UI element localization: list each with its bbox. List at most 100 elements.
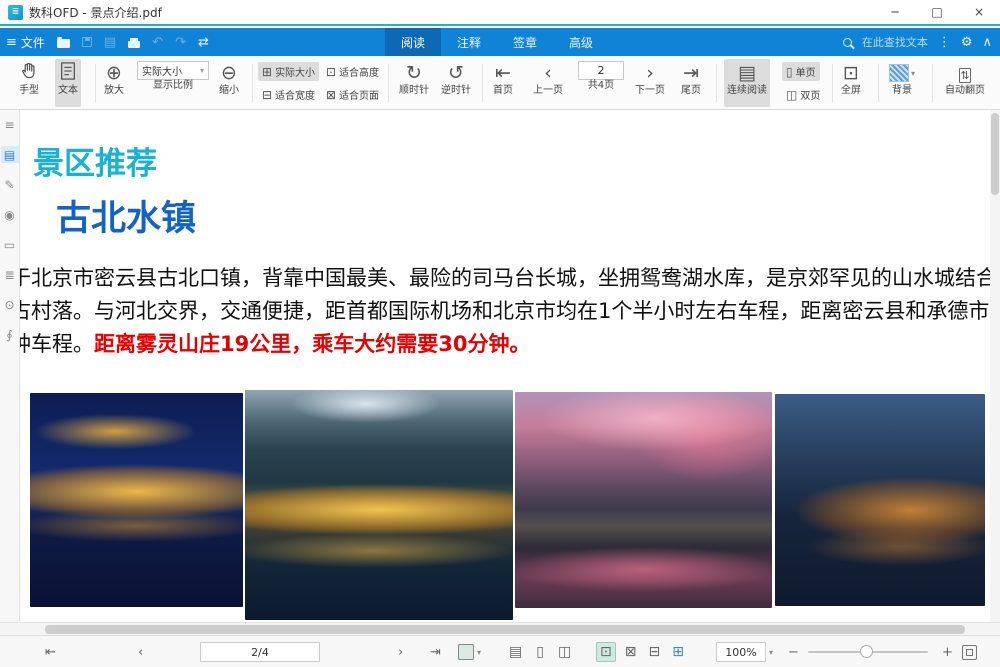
fit-height-mode-icon[interactable]: ⊞ — [669, 643, 687, 661]
text-tool-button[interactable]: 文本 — [55, 59, 81, 107]
text-select-icon — [59, 61, 77, 85]
rotate-clockwise-button[interactable]: ↻ 顺时针 — [396, 59, 432, 107]
redo-button[interactable]: ↷ — [169, 28, 192, 56]
chevron-down-icon: ▾ — [477, 648, 481, 657]
single-page-mode-icon[interactable]: ▯ — [533, 643, 547, 661]
zoom-level-select[interactable]: 100% ▾ — [716, 636, 773, 667]
app-window: ≣ 数科OFD - 景点介绍.pdf ─ □ × ≡ 文件 ▤ ↶ ↷ ⇄ 阅读… — [0, 0, 1000, 667]
chevron-down-icon: ▾ — [200, 66, 204, 75]
tab-advanced[interactable]: 高级 — [553, 28, 609, 56]
document-page[interactable]: 景区推荐 古北水镇 于北京市密云县古北口镇，背靠中国最美、最险的司马台长城，坐拥… — [20, 110, 990, 622]
paragraph-line: 钟车程。距离雾灵山庄19公里，乘车大约需要30分钟。 — [20, 328, 990, 361]
continuous-mode-icon[interactable]: ▤ — [506, 643, 525, 661]
background-button[interactable]: ▾ 背景 — [886, 59, 918, 107]
zoom-in-button[interactable]: ⊕ 放大 — [101, 59, 127, 107]
zoom-slider-handle[interactable] — [860, 645, 873, 658]
save-icon — [82, 37, 92, 47]
hand-icon — [19, 61, 39, 85]
horizontal-scrollbar[interactable] — [0, 622, 1000, 635]
toolbar: 手型 文本 ⊕ 放大 实际大小 ▾ 显示比例 ⊖ 缩小 ⊞实际大小 — [0, 56, 1000, 110]
fit-height-button[interactable]: ⊡适合高度 — [322, 62, 383, 81]
last-page-icon: ⇥ — [683, 61, 699, 85]
paragraph-line: 于北京市密云县古北口镇，背靠中国最美、最险的司马台长城，坐拥鸳鸯湖水库，是京郊罕… — [20, 262, 990, 295]
next-page-button[interactable]: › 下一页 — [632, 59, 668, 107]
statusbar-first-page-button[interactable]: ⇤ — [45, 636, 56, 667]
tab-signature[interactable]: 签章 — [497, 28, 553, 56]
photo-river-dusk — [775, 394, 985, 606]
zoom-out-stepper[interactable]: − — [788, 636, 799, 667]
statusbar-prev-page-button[interactable]: ‹ — [138, 636, 143, 667]
folder-open-icon — [57, 39, 70, 48]
minimize-button[interactable]: ─ — [874, 0, 916, 24]
page-layout-select[interactable]: ▾ — [458, 636, 481, 667]
zoom-ratio-select[interactable]: 实际大小 ▾ — [137, 61, 209, 80]
rotate-cw-icon: ↻ — [406, 61, 422, 85]
fit-width-button[interactable]: ⊟适合宽度 — [258, 85, 319, 104]
zoom-in-stepper[interactable]: + — [942, 636, 953, 667]
fullscreen-button[interactable]: ⊡ 全屏 — [838, 59, 864, 107]
file-menu-button[interactable]: ≡ 文件 — [0, 28, 51, 56]
save-button[interactable] — [76, 28, 98, 56]
zoom-ratio-group: 实际大小 ▾ 显示比例 — [134, 59, 212, 107]
comments-panel-icon[interactable]: ▭ — [1, 236, 19, 253]
statusbar-fullscreen-button[interactable] — [962, 636, 977, 667]
zoom-out-button[interactable]: ⊖ 缩小 — [216, 59, 242, 107]
minus-circle-icon: ⊖ — [221, 61, 237, 85]
title-bar: ≣ 数科OFD - 景点介绍.pdf ─ □ × — [0, 0, 1000, 26]
prev-page-button[interactable]: ‹ 上一页 — [530, 59, 566, 107]
redo-icon: ↷ — [175, 36, 186, 49]
actual-size-mode-icon[interactable]: ⊡ — [596, 642, 616, 662]
single-page-button[interactable]: ▯单页 — [782, 62, 820, 81]
vertical-scrollbar[interactable] — [990, 110, 1000, 622]
fit-page-button[interactable]: ⊠适合页面 — [322, 85, 383, 104]
compare-button[interactable]: ⇄ — [192, 28, 215, 56]
double-page-mode-icon[interactable]: ◫ — [555, 643, 574, 661]
page-number-input[interactable] — [578, 61, 624, 80]
first-page-button[interactable]: ⇤ 首页 — [490, 59, 516, 107]
signature-panel-icon[interactable]: ◉ — [1, 206, 19, 223]
single-page-icon: ▯ — [786, 65, 793, 79]
zoom-slider[interactable] — [808, 636, 928, 667]
fullscreen-icon: ⊡ — [843, 61, 859, 85]
tab-annotate[interactable]: 注释 — [441, 28, 497, 56]
fit-width-mode-icon[interactable]: ⊟ — [645, 643, 663, 661]
attachments-panel-icon[interactable]: ∮ — [1, 326, 19, 343]
auto-flip-button[interactable]: ⇅ 自动翻页 — [942, 59, 988, 107]
kebab-menu-icon[interactable]: ⋮ — [938, 36, 951, 49]
photo-night-town — [30, 393, 243, 607]
first-page-icon: ⇤ — [495, 61, 511, 85]
fit-actual-button[interactable]: ⊞实际大小 — [258, 62, 319, 81]
save-as-button[interactable]: ▤ — [98, 28, 122, 56]
fit-width-icon: ⊟ — [262, 88, 272, 102]
print-button[interactable] — [122, 28, 146, 56]
statusbar-next-page-button[interactable]: › — [398, 636, 403, 667]
tab-read[interactable]: 阅读 — [385, 28, 441, 56]
location-panel-icon[interactable]: ⊙ — [1, 296, 19, 313]
undo-button[interactable]: ↶ — [146, 28, 169, 56]
open-file-button[interactable] — [51, 28, 76, 56]
search-icon[interactable] — [843, 38, 852, 47]
last-page-button[interactable]: ⇥ 尾页 — [678, 59, 704, 107]
fit-page-icon: ⊠ — [326, 88, 336, 102]
collapse-ribbon-icon[interactable]: ∧ — [982, 36, 992, 49]
vertical-scrollbar-thumb[interactable] — [991, 113, 999, 195]
fit-page-mode-icon[interactable]: ⊠ — [622, 643, 640, 661]
double-page-icon: ◫ — [786, 88, 797, 102]
horizontal-scrollbar-thumb[interactable] — [45, 625, 965, 634]
rotate-counterclockwise-button[interactable]: ↺ 逆时针 — [438, 59, 474, 107]
continuous-reading-button[interactable]: ▤ 连续阅读 — [724, 59, 770, 107]
maximize-button[interactable]: □ — [916, 0, 958, 24]
double-page-button[interactable]: ◫双页 — [782, 85, 824, 104]
hand-tool-button[interactable]: 手型 — [16, 59, 42, 107]
bookmarks-panel-icon[interactable]: ✎ — [1, 176, 19, 193]
statusbar-page-input[interactable] — [200, 642, 320, 662]
settings-gear-icon[interactable]: ⚙ — [961, 36, 973, 49]
close-button[interactable]: × — [958, 0, 1000, 24]
left-sidebar: ≡ ▤ ✎ ◉ ▭ ≣ ⊙ ∮ — [0, 110, 20, 622]
actual-size-icon: ⊞ — [262, 65, 272, 79]
layers-panel-icon[interactable]: ≣ — [1, 266, 19, 283]
search-input[interactable]: 在此查找文本 — [862, 34, 928, 50]
thumbnails-panel-icon[interactable]: ▤ — [1, 146, 19, 163]
statusbar-last-page-button[interactable]: ⇥ — [430, 636, 441, 667]
outline-panel-icon[interactable]: ≡ — [1, 116, 19, 133]
